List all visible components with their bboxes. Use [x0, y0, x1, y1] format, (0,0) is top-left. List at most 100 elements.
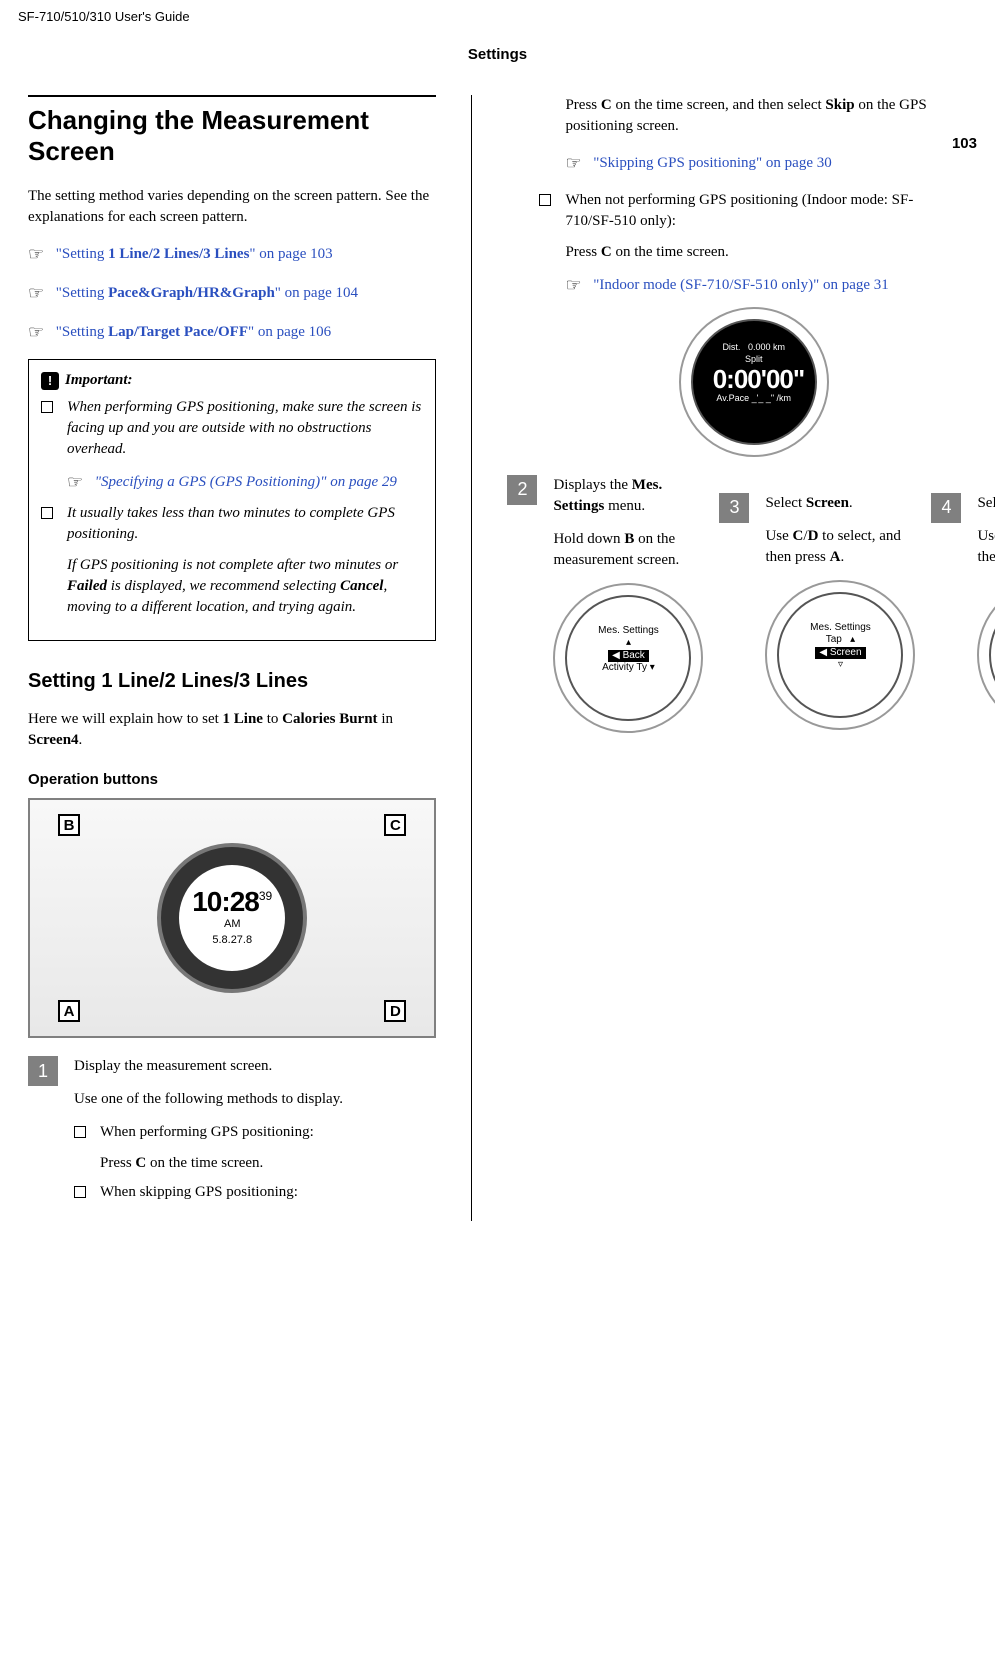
- important-item-2b-b2: Cancel: [340, 578, 383, 594]
- step-1: 1 Display the measurement screen. Use on…: [28, 1056, 436, 1211]
- chrono-unit: /km: [777, 393, 792, 403]
- header-product-guide: SF-710/510/310 User's Guide: [18, 8, 977, 26]
- step-number: 2: [507, 475, 537, 505]
- txt-b: Calories Burnt: [282, 711, 377, 727]
- button-label-a: A: [58, 1000, 80, 1022]
- watch-ampm: AM: [224, 917, 241, 932]
- right-column: Press C on the time screen, and then sel…: [472, 95, 952, 1221]
- step-body: Display the measurement screen. Use one …: [74, 1056, 436, 1211]
- xref-link-1[interactable]: "Setting 1 Line/2 Lines/3 Lines" on page…: [56, 246, 333, 262]
- xref-1: ☞ "Setting 1 Line/2 Lines/3 Lines" on pa…: [28, 242, 436, 267]
- txt: Displays the: [553, 477, 631, 493]
- operation-buttons-diagram: B C A D 10:2839 AM 5.8.27.8: [28, 798, 436, 1038]
- step-title: Select Screen4.: [977, 493, 995, 514]
- pointer-icon: ☞: [28, 320, 52, 345]
- intro-paragraph: The setting method varies depending on t…: [28, 186, 436, 228]
- step-body: Select Screen4. Use C/D to select, and t…: [977, 493, 995, 736]
- step-title: Display the measurement screen.: [74, 1056, 436, 1077]
- operation-buttons-label: Operation buttons: [28, 769, 436, 790]
- txt: on the time screen.: [146, 1155, 263, 1171]
- screen-selected: Back: [623, 650, 645, 661]
- xref-link-skip-gps[interactable]: "Skipping GPS positioning" on page 30: [593, 155, 832, 171]
- step1-b2-xref: ☞ "Skipping GPS positioning" on page 30: [565, 151, 942, 176]
- txt: on the time screen.: [612, 244, 729, 260]
- pointer-icon: ☞: [28, 242, 52, 267]
- button-label-c: C: [384, 814, 406, 836]
- watch-chrono-illustration: Dist. 0.000 km Split 0:00'00" Av.Pace _'…: [679, 307, 829, 457]
- watch-illustration: 10:2839 AM 5.8.27.8: [157, 843, 307, 993]
- xref-post: " on page 103: [249, 246, 332, 262]
- txt: Press: [565, 244, 600, 260]
- txt: Select: [977, 495, 995, 511]
- screen-line: Activity Ty: [602, 662, 647, 673]
- txt-b: C: [135, 1155, 146, 1171]
- xref-pre: "Setting: [56, 285, 108, 301]
- txt: in: [378, 711, 393, 727]
- xref-2: ☞ "Setting Pace&Graph/HR&Graph" on page …: [28, 281, 436, 306]
- step-body: Select Screen. Use C/D to select, and th…: [765, 493, 915, 736]
- watch-sec: 39: [259, 889, 272, 903]
- list-item: It usually takes less than two minutes t…: [41, 503, 423, 618]
- bullet-label: When performing GPS positioning:: [100, 1124, 314, 1140]
- important-item-2b-pre: If GPS positioning is not complete after…: [67, 557, 398, 573]
- xref-pre: "Setting: [56, 324, 108, 340]
- screen-line: Tap: [826, 634, 842, 645]
- step-number: 1: [28, 1056, 58, 1086]
- chrono-val: _'_ _": [752, 393, 774, 403]
- step-body: Displays the Mes. Settings menu. Hold do…: [553, 475, 703, 746]
- pointer-icon: ☞: [565, 273, 589, 298]
- txt-b: A: [830, 549, 841, 565]
- xref-bold: Pace&Graph/HR&Graph: [108, 285, 275, 301]
- step-2: 2 Displays the Mes. Settings menu. Hold …: [507, 475, 942, 746]
- pointer-icon: ☞: [28, 281, 52, 306]
- txt: Press: [565, 97, 600, 113]
- watch-inner: Mes. Settings Tap ▴ ◀ Screen ▿: [777, 592, 903, 718]
- step1-b3: When not performing GPS positioning (Ind…: [539, 190, 942, 298]
- txt: Select: [765, 495, 805, 511]
- step-title: Select Screen.: [765, 493, 915, 514]
- button-label-b: B: [58, 814, 80, 836]
- txt: to: [263, 711, 282, 727]
- step-line: Use C/D to select, and then press A.: [977, 526, 995, 568]
- subsection-h2: Setting 1 Line/2 Lines/3 Lines: [28, 667, 436, 695]
- section-rule: [28, 95, 436, 97]
- txt: Here we will explain how to set: [28, 711, 223, 727]
- page-content: Changing the Measurement Screen The sett…: [18, 95, 977, 1221]
- important-item-1: When performing GPS positioning, make su…: [67, 399, 421, 457]
- watch-screen: Mes. Settings Tap ▴ ◀ Screen ▿: [801, 616, 879, 694]
- txt: .: [79, 732, 83, 748]
- txt-b: Screen: [806, 495, 849, 511]
- txt: menu.: [604, 498, 645, 514]
- step1-b2-body: Press C on the time screen, and then sel…: [565, 95, 942, 137]
- bullet-icon: [41, 507, 53, 519]
- txt-b: 1 Line: [223, 711, 263, 727]
- xref-link-3[interactable]: "Setting Lap/Target Pace/OFF" on page 10…: [56, 324, 331, 340]
- screen-selected: Screen: [830, 647, 862, 658]
- txt-b: C: [601, 244, 612, 260]
- xref-pre: "Setting: [56, 246, 108, 262]
- list-item: When performing GPS positioning, make su…: [41, 397, 423, 495]
- watch-inner: Mes. Settings ▴ ◀ Back Activity Ty ▾: [565, 595, 691, 721]
- bullet-label: When skipping GPS positioning:: [100, 1184, 298, 1200]
- xref-3: ☞ "Setting Lap/Target Pace/OFF" on page …: [28, 320, 436, 345]
- pointer-icon: ☞: [67, 470, 91, 495]
- bullet-icon: [74, 1186, 86, 1198]
- watch-screen: Mes. Settings ▴ ◀ Back Activity Ty ▾: [589, 619, 667, 697]
- button-label-d: D: [384, 1000, 406, 1022]
- txt-b: D: [808, 528, 819, 544]
- screen-line: Mes. Settings: [801, 622, 879, 635]
- txt: Hold down: [553, 531, 624, 547]
- important-item-2b-b1: Failed: [67, 578, 107, 594]
- important-icon: !: [41, 372, 59, 390]
- xref-text: "Specifying a GPS (GPS Positioning)" on …: [95, 474, 397, 490]
- important-item-2a: It usually takes less than two minutes t…: [67, 505, 395, 542]
- important-item-1-xref[interactable]: "Specifying a GPS (GPS Positioning)" on …: [95, 474, 397, 490]
- list-item: When not performing GPS positioning (Ind…: [539, 190, 942, 298]
- xref-link-2[interactable]: "Setting Pace&Graph/HR&Graph" on page 10…: [56, 285, 358, 301]
- xref-bold: 1 Line/2 Lines/3 Lines: [108, 246, 249, 262]
- xref-link-indoor-mode[interactable]: "Indoor mode (SF-710/SF-510 only)" on pa…: [593, 277, 889, 293]
- list-item: When performing GPS positioning: Press C…: [74, 1122, 436, 1174]
- txt: .: [849, 495, 853, 511]
- chapter-title: Settings: [18, 44, 977, 65]
- important-label: ! Important:: [41, 370, 423, 391]
